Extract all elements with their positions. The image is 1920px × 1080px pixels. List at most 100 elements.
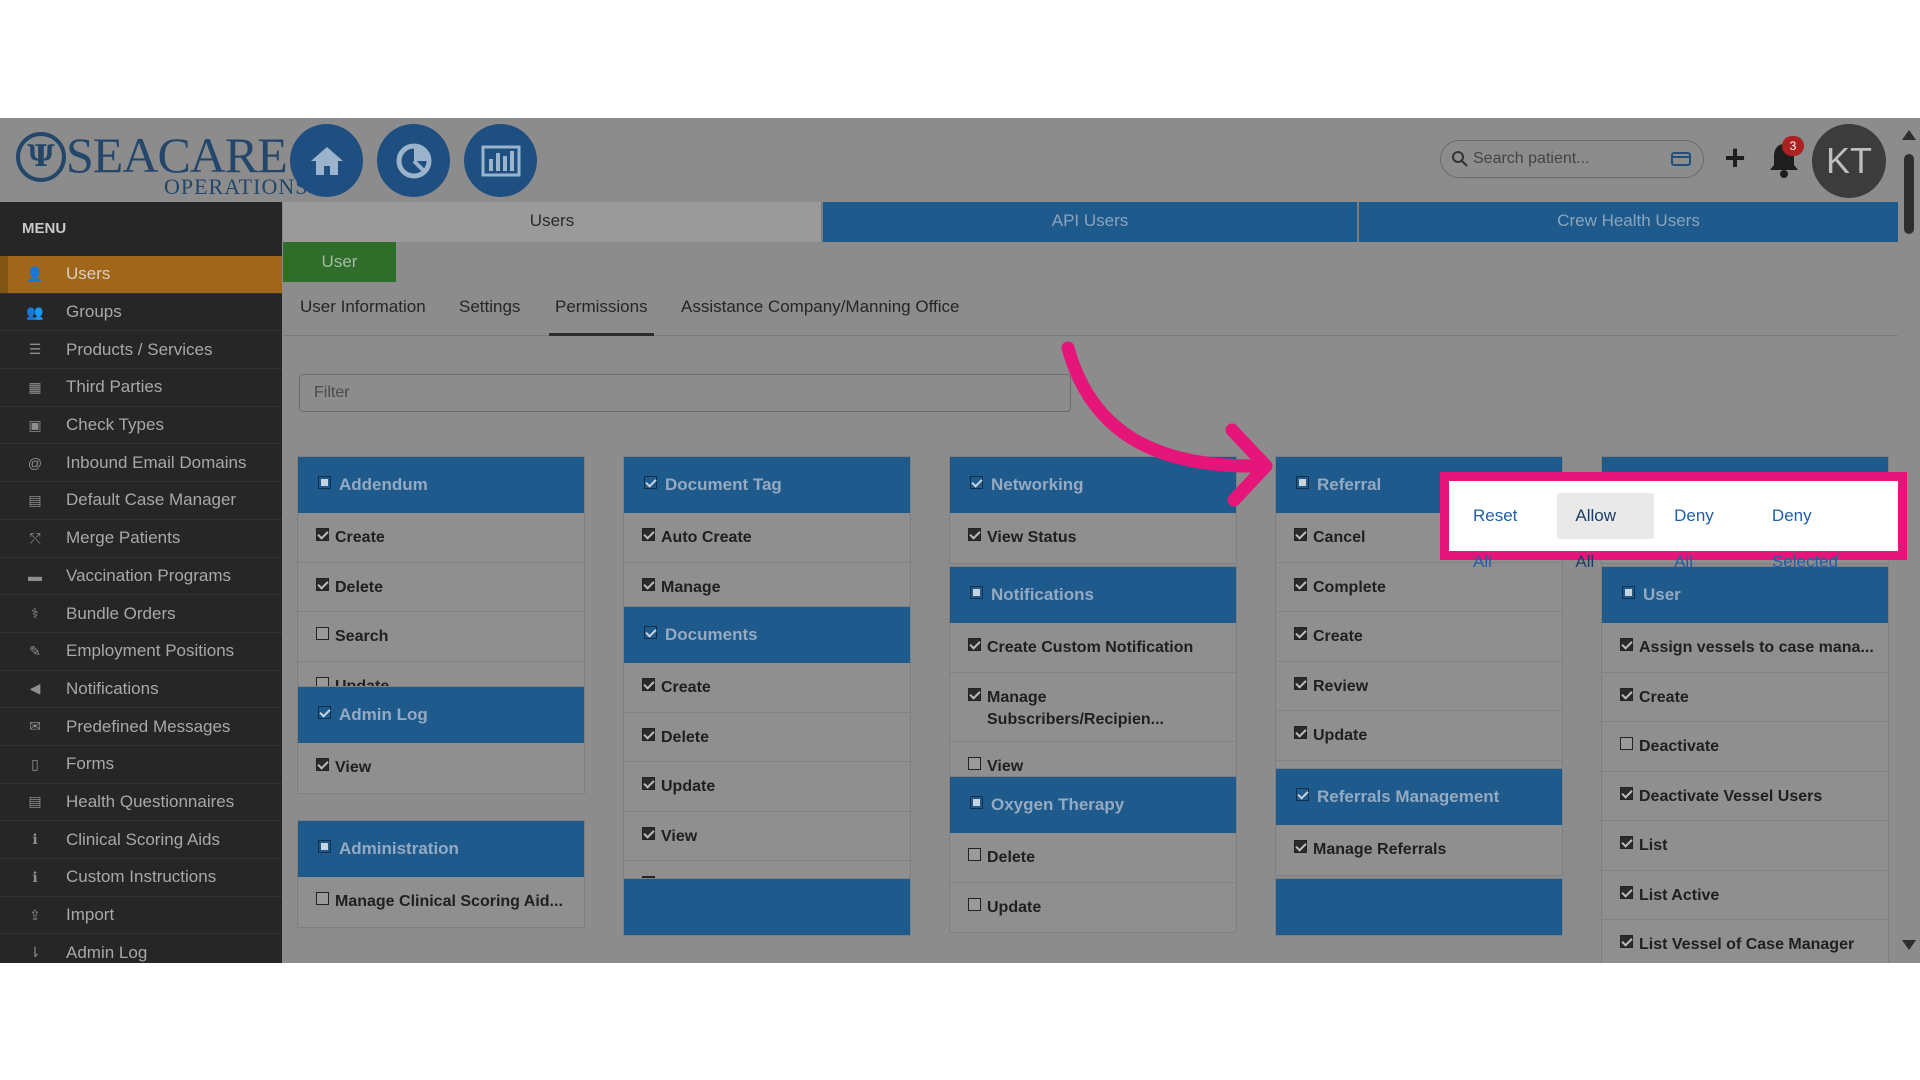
sidebar-item-check-types[interactable]: ▣ Check Types: [0, 407, 282, 445]
permission-group-header[interactable]: Admin Log: [298, 687, 584, 743]
permission-checkbox[interactable]: [968, 848, 981, 861]
permission-checkbox[interactable]: [1620, 737, 1633, 750]
group-checkbox[interactable]: [1296, 475, 1309, 489]
permission-checkbox[interactable]: [1294, 840, 1307, 853]
scroll-down-icon[interactable]: [1902, 940, 1916, 950]
group-checkbox[interactable]: [970, 475, 983, 489]
seacare-logo[interactable]: Ψ SEACARE OPERATIONS: [14, 126, 307, 198]
permission-checkbox[interactable]: [968, 897, 981, 911]
permission-checkbox[interactable]: [1620, 687, 1633, 701]
user-avatar[interactable]: KT: [1812, 124, 1886, 198]
permission-item[interactable]: View: [624, 812, 910, 861]
permission-item[interactable]: Manage: [624, 563, 910, 613]
permission-item[interactable]: View Status: [950, 513, 1236, 563]
permission-item[interactable]: Create: [1276, 612, 1562, 662]
group-checkbox[interactable]: [644, 625, 657, 639]
permission-item[interactable]: Deactivate Vessel Users: [1602, 772, 1888, 821]
sidebar-item-import[interactable]: ⇪ Import: [0, 897, 282, 935]
permission-item[interactable]: Create Custom Notification: [950, 623, 1236, 673]
permission-checkbox[interactable]: [642, 826, 655, 840]
sidebar-item-predefined-messages[interactable]: ✉ Predefined Messages: [0, 708, 282, 746]
group-checkbox[interactable]: [318, 705, 331, 719]
permission-checkbox[interactable]: [642, 777, 655, 790]
permission-checkbox[interactable]: [316, 577, 329, 591]
group-checkbox[interactable]: [1296, 787, 1309, 801]
permission-checkbox[interactable]: [316, 627, 329, 640]
sidebar-item-products-services[interactable]: ☰ Products / Services: [0, 331, 282, 370]
permission-group-header[interactable]: Oxygen Therapy: [950, 777, 1236, 833]
sidebar-item-employment-positions[interactable]: ✎ Employment Positions: [0, 633, 282, 671]
permission-item[interactable]: Auto Create: [624, 513, 910, 563]
dashboard-button[interactable]: [377, 124, 450, 197]
permission-checkbox[interactable]: [1620, 935, 1633, 948]
permission-checkbox[interactable]: [1620, 885, 1633, 899]
permission-item[interactable]: List Active: [1602, 871, 1888, 920]
permission-checkbox[interactable]: [642, 727, 655, 741]
permission-checkbox[interactable]: [316, 528, 329, 541]
permission-item[interactable]: List: [1602, 821, 1888, 871]
permission-checkbox[interactable]: [1620, 638, 1633, 651]
permission-item[interactable]: View: [298, 743, 584, 793]
permission-item[interactable]: Delete: [624, 713, 910, 762]
permission-item[interactable]: Manage Subscribers/Recipien...: [950, 673, 1236, 742]
permission-item[interactable]: Create: [298, 513, 584, 563]
allow-all-button[interactable]: Allow All: [1557, 493, 1655, 571]
permission-checkbox[interactable]: [1620, 836, 1633, 849]
sidebar-item-default-case-manager[interactable]: ▤ Default Case Manager: [0, 482, 282, 520]
sidebar-item-inbound-email-domains[interactable]: @ Inbound Email Domains: [0, 444, 282, 483]
permission-item[interactable]: Update: [1276, 711, 1562, 761]
permission-item[interactable]: Assign vessels to case mana...: [1602, 623, 1888, 673]
sidebar-item-users[interactable]: 👤 Users: [0, 256, 282, 294]
permission-item[interactable]: Update: [950, 883, 1236, 933]
permission-checkbox[interactable]: [642, 528, 655, 541]
permission-group-header[interactable]: Document Tag: [624, 457, 910, 513]
permission-group-header[interactable]: [1276, 879, 1562, 935]
search-input[interactable]: [1473, 147, 1663, 171]
permission-group-header[interactable]: Administration: [298, 821, 584, 877]
patient-search[interactable]: [1440, 140, 1704, 178]
permission-checkbox[interactable]: [1294, 528, 1307, 541]
sidebar-item-health-questionnaires[interactable]: ▤ Health Questionnaires: [0, 784, 282, 822]
permission-group-header[interactable]: Documents: [624, 607, 910, 663]
add-button[interactable]: +: [1718, 138, 1752, 178]
permission-group-header[interactable]: Referrals Management: [1276, 769, 1562, 825]
permission-item[interactable]: Create: [1602, 673, 1888, 722]
permission-checkbox[interactable]: [1294, 676, 1307, 690]
group-checkbox[interactable]: [1622, 585, 1635, 599]
permission-checkbox[interactable]: [316, 758, 329, 771]
sidebar-item-third-parties[interactable]: ▦ Third Parties: [0, 369, 282, 407]
sidebar-item-merge-patients[interactable]: ⤲ Merge Patients: [0, 520, 282, 558]
deny-all-button[interactable]: Deny All: [1656, 493, 1752, 571]
permission-checkbox[interactable]: [968, 528, 981, 541]
sidebar-item-clinical-scoring-aids[interactable]: ℹ Clinical Scoring Aids: [0, 821, 282, 859]
sidebar-item-bundle-orders[interactable]: ⚕ Bundle Orders: [0, 595, 282, 633]
permission-checkbox[interactable]: [1294, 577, 1307, 591]
permission-checkbox[interactable]: [968, 638, 981, 651]
group-checkbox[interactable]: [318, 839, 331, 853]
scroll-thumb[interactable]: [1904, 154, 1914, 234]
home-button[interactable]: [290, 124, 363, 197]
permission-item[interactable]: Review: [1276, 662, 1562, 711]
sidebar-item-admin-log[interactable]: ⇂ Admin Log: [0, 934, 282, 963]
group-checkbox[interactable]: [644, 475, 657, 489]
permission-item[interactable]: Update: [624, 762, 910, 812]
scroll-up-icon[interactable]: [1902, 130, 1916, 140]
permission-item[interactable]: Create: [624, 663, 910, 713]
sidebar-item-custom-instructions[interactable]: ℹ Custom Instructions: [0, 859, 282, 897]
permission-item[interactable]: Delete: [950, 833, 1236, 883]
permission-item[interactable]: Complete: [1276, 563, 1562, 612]
permission-checkbox[interactable]: [642, 577, 655, 591]
card-icon[interactable]: [1671, 152, 1691, 166]
permission-group-header[interactable]: [624, 879, 910, 935]
reset-all-button[interactable]: Reset All: [1455, 493, 1555, 571]
group-checkbox[interactable]: [970, 795, 983, 809]
permission-group-header[interactable]: User: [1602, 567, 1888, 623]
permission-item[interactable]: Search: [298, 612, 584, 662]
sidebar-item-groups[interactable]: 👥 Groups: [0, 294, 282, 332]
permission-checkbox[interactable]: [968, 756, 981, 770]
permission-checkbox[interactable]: [642, 678, 655, 691]
permission-checkbox[interactable]: [968, 687, 981, 701]
sidebar-item-notifications[interactable]: ◀ Notifications: [0, 671, 282, 709]
permission-checkbox[interactable]: [1620, 786, 1633, 800]
permission-item[interactable]: Manage Referrals: [1276, 825, 1562, 875]
